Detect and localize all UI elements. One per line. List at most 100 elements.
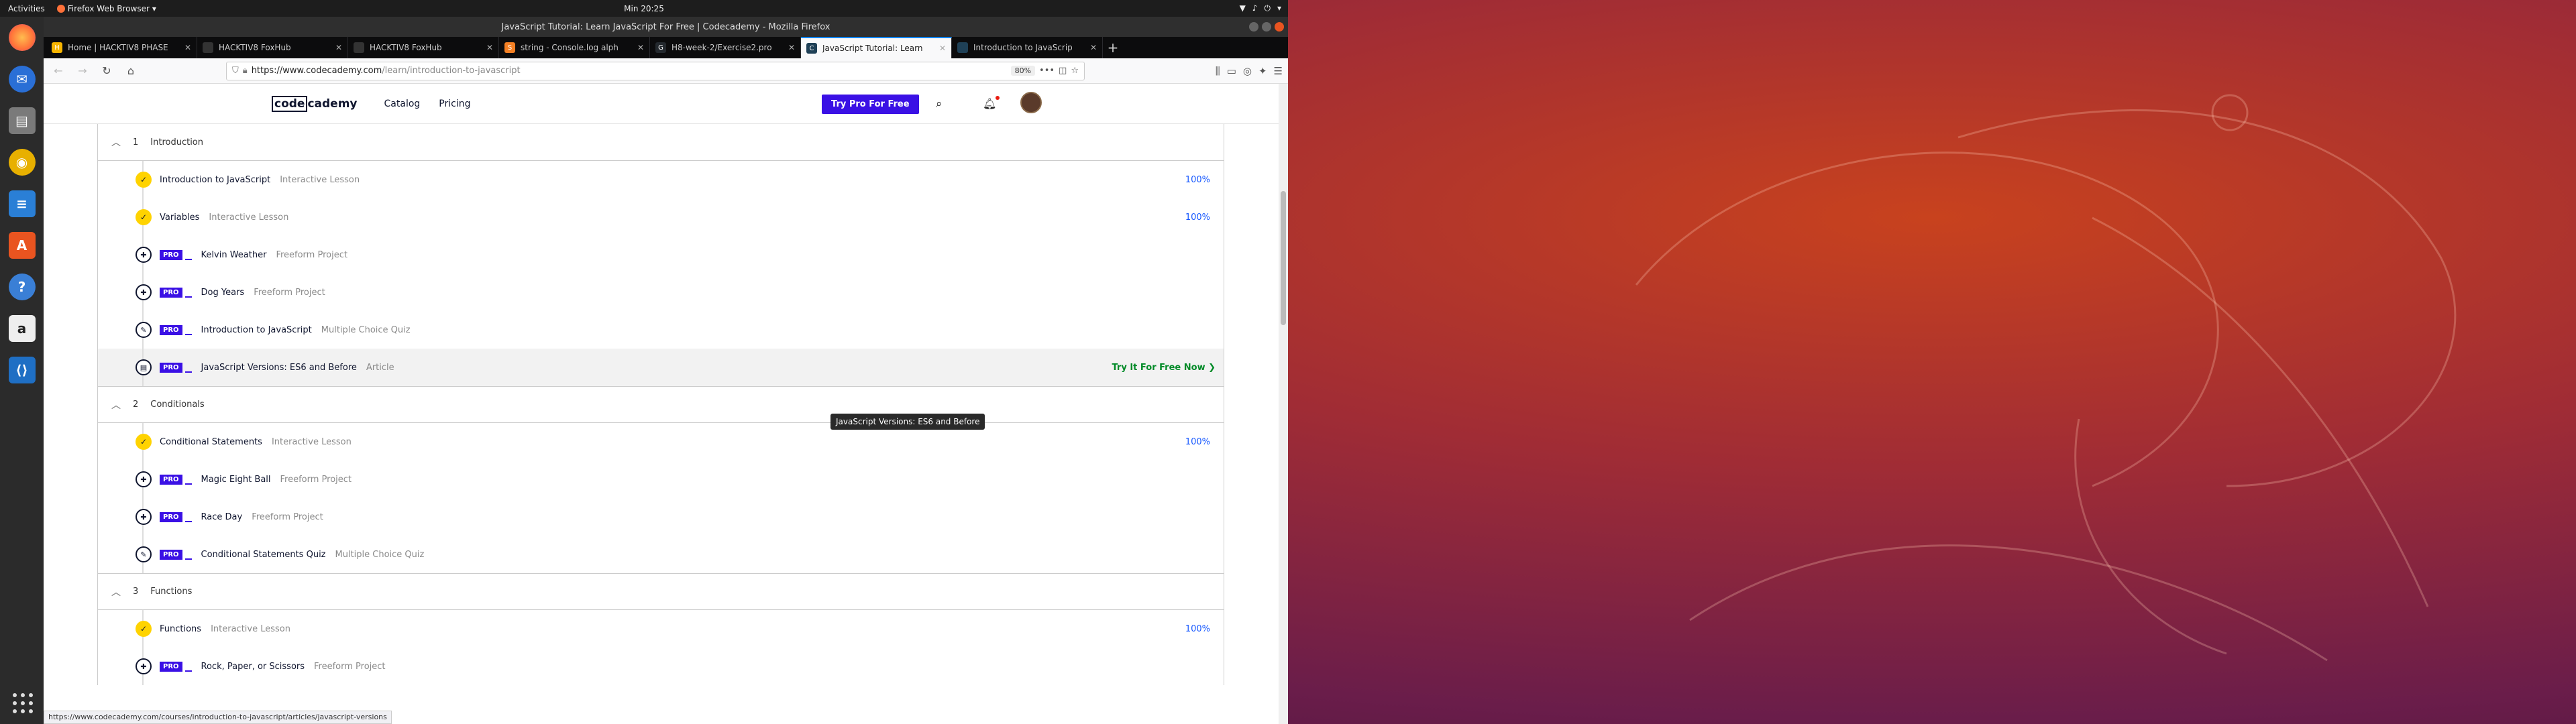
bell-icon[interactable]: 🔔︎ (983, 96, 1000, 110)
browser-tab[interactable]: C JavaScript Tutorial: Learn ✕ (801, 37, 952, 58)
lesson-title[interactable]: JavaScript Versions: ES6 and Before (201, 363, 357, 373)
browser-tab[interactable]: HACKTIV8 FoxHub ✕ (197, 37, 348, 58)
dock-firefox[interactable] (5, 21, 39, 54)
lesson-title[interactable]: Race Day (201, 512, 243, 522)
module-title: Conditionals (150, 400, 205, 410)
reload-button[interactable]: ↻ (97, 62, 116, 80)
scrollbar-thumb[interactable] (1281, 191, 1286, 325)
show-applications-button[interactable] (9, 689, 36, 716)
lesson-title[interactable]: Variables (160, 213, 199, 223)
chevron-up-icon[interactable]: ︿ (111, 585, 121, 599)
lesson-title[interactable]: Rock, Paper, or Scissors (201, 662, 305, 672)
close-tab-icon[interactable]: ✕ (335, 43, 342, 52)
lesson-row[interactable]: ✎ PRO Introduction to JavaScript Multiple C… (98, 311, 1224, 349)
lesson-title[interactable]: Magic Eight Ball (201, 475, 271, 485)
pocket-icon[interactable]: ◫ (1059, 66, 1067, 76)
check-icon: ✓ (136, 209, 152, 225)
module-header[interactable]: ︿ 1 Introduction (98, 124, 1224, 161)
lesson-row[interactable]: ✓ Introduction to JavaScript Interactive L… (98, 161, 1224, 198)
lesson-title[interactable]: Conditional Statements (160, 437, 262, 447)
forward-button[interactable]: → (73, 62, 92, 80)
lock-icon[interactable]: 🔒︎ (243, 66, 248, 76)
lesson-row[interactable]: ✚ PRO Dog Years Freeform Project (98, 274, 1224, 311)
menu-icon[interactable]: ☰ (1274, 65, 1283, 77)
zoom-indicator[interactable]: 80% (1010, 66, 1036, 76)
lesson-row[interactable]: ✚ PRO Race Day Freeform Project (98, 498, 1224, 536)
url-bar[interactable]: ⛉ 🔒︎ https://www.codecademy.com/learn/in… (226, 61, 1085, 80)
lesson-title[interactable]: Kelvin Weather (201, 250, 267, 260)
lesson-row[interactable]: ✓ Functions Interactive Lesson 100% (98, 610, 1224, 648)
lesson-row[interactable]: ✚ PRO Rock, Paper, or Scissors Freeform Pro… (98, 648, 1224, 685)
browser-tab[interactable]: H Home | HACKTIV8 PHASE ✕ (46, 37, 197, 58)
dock-rhythmbox[interactable]: ◉ (5, 145, 39, 179)
codecademy-header: code cademy Catalog Pricing Try Pro For F… (44, 84, 1288, 124)
shield-icon[interactable]: ⛉ (232, 66, 239, 76)
dock-files[interactable]: ▤ (5, 104, 39, 137)
close-tab-icon[interactable]: ✕ (939, 44, 946, 53)
lesson-title[interactable]: Introduction to JavaScript (160, 175, 270, 185)
lesson-title[interactable]: Dog Years (201, 288, 245, 298)
browser-tab[interactable]: Sstring - Console.log alph ✕ (499, 37, 650, 58)
gnome-top-bar: Activities Firefox Web Browser ▾ Min 20:… (0, 0, 1288, 17)
system-tray[interactable]: ▼ ♪ ⏻ ▾ (1240, 3, 1281, 13)
nav-catalog[interactable]: Catalog (384, 99, 421, 109)
power-icon: ⏻ (1264, 3, 1271, 13)
dock-writer[interactable]: ≡ (5, 187, 39, 221)
library-icon[interactable]: ⫼ (1216, 65, 1220, 77)
dock-help[interactable]: ? (5, 270, 39, 304)
lesson-row[interactable]: ✓ Variables Interactive Lesson 100% (98, 198, 1224, 236)
app-menu[interactable]: Firefox Web Browser ▾ (53, 4, 160, 13)
files-icon: ▤ (8, 107, 36, 134)
lesson-row[interactable]: ✎ PRO Conditional Statements Quiz Multiple … (98, 536, 1224, 573)
lesson-type: Freeform Project (314, 661, 386, 672)
browser-tab[interactable]: G H8-week-2/Exercise2.pro ✕ (650, 37, 801, 58)
nav-pricing[interactable]: Pricing (439, 99, 470, 109)
sidebar-icon[interactable]: ▭ (1227, 65, 1236, 77)
try-it-free-link[interactable]: Try It For Free Now ❯ (1112, 363, 1216, 373)
back-button[interactable]: ← (49, 62, 68, 80)
maximize-button[interactable] (1262, 22, 1271, 32)
close-window-button[interactable] (1275, 22, 1284, 32)
chevron-up-icon[interactable]: ︿ (111, 135, 121, 149)
dock-software[interactable]: A (5, 229, 39, 262)
avatar[interactable] (1020, 92, 1042, 113)
chevron-up-icon[interactable]: ︿ (111, 398, 121, 412)
close-tab-icon[interactable]: ✕ (486, 43, 493, 52)
tab-title: HACKTIV8 FoxHub (219, 43, 291, 52)
module-header[interactable]: ︿ 3 Functions (98, 573, 1224, 610)
account-icon[interactable]: ◎ (1243, 65, 1252, 77)
search-icon[interactable]: ⌕ (936, 97, 943, 111)
dock-thunderbird[interactable]: ✉ (5, 62, 39, 96)
dock-vscode[interactable]: ⟨⟩ (5, 353, 39, 387)
extensions-icon[interactable]: ✦ (1258, 65, 1267, 77)
lesson-row[interactable]: ✓ Conditional Statements Interactive Lesso… (98, 423, 1224, 461)
lesson-row[interactable]: ✚ PRO Magic Eight Ball Freeform Project (98, 461, 1224, 498)
home-button[interactable]: ⌂ (121, 62, 140, 80)
minimize-button[interactable] (1249, 22, 1258, 32)
activities-button[interactable]: Activities (0, 4, 53, 13)
codecademy-logo[interactable]: code cademy (272, 95, 358, 112)
scrollbar[interactable] (1279, 84, 1288, 724)
browser-tab[interactable]: HACKTIV8 FoxHub ✕ (348, 37, 499, 58)
tab-favicon-icon: H (52, 42, 62, 53)
bookmark-star-icon[interactable]: ☆ (1071, 66, 1079, 76)
dock-amazon[interactable]: a (5, 312, 39, 345)
browser-tab[interactable]: Introduction to JavaScrip ✕ (952, 37, 1103, 58)
lesson-row[interactable]: ▤ PRO JavaScript Versions: ES6 and Before A… (98, 349, 1224, 386)
page-actions-icon[interactable]: ••• (1039, 66, 1055, 76)
lesson-row[interactable]: ✚ PRO Kelvin Weather Freeform Project (98, 236, 1224, 274)
lesson-title[interactable]: Conditional Statements Quiz (201, 550, 326, 560)
lesson-title[interactable]: Functions (160, 624, 201, 634)
lesson-title[interactable]: Introduction to JavaScript (201, 325, 312, 335)
close-tab-icon[interactable]: ✕ (788, 43, 795, 52)
close-tab-icon[interactable]: ✕ (637, 43, 644, 52)
close-tab-icon[interactable]: ✕ (1090, 43, 1097, 52)
clock[interactable]: Min 20:25 (0, 4, 1288, 13)
new-tab-button[interactable]: + (1103, 37, 1123, 58)
try-pro-button[interactable]: Try Pro For Free (822, 95, 919, 114)
pro-underline (184, 334, 192, 335)
close-tab-icon[interactable]: ✕ (184, 43, 191, 52)
pro-badge: PRO (160, 362, 182, 373)
module-header[interactable]: ︿ 2 Conditionals (98, 386, 1224, 423)
tab-title: JavaScript Tutorial: Learn (822, 44, 923, 53)
